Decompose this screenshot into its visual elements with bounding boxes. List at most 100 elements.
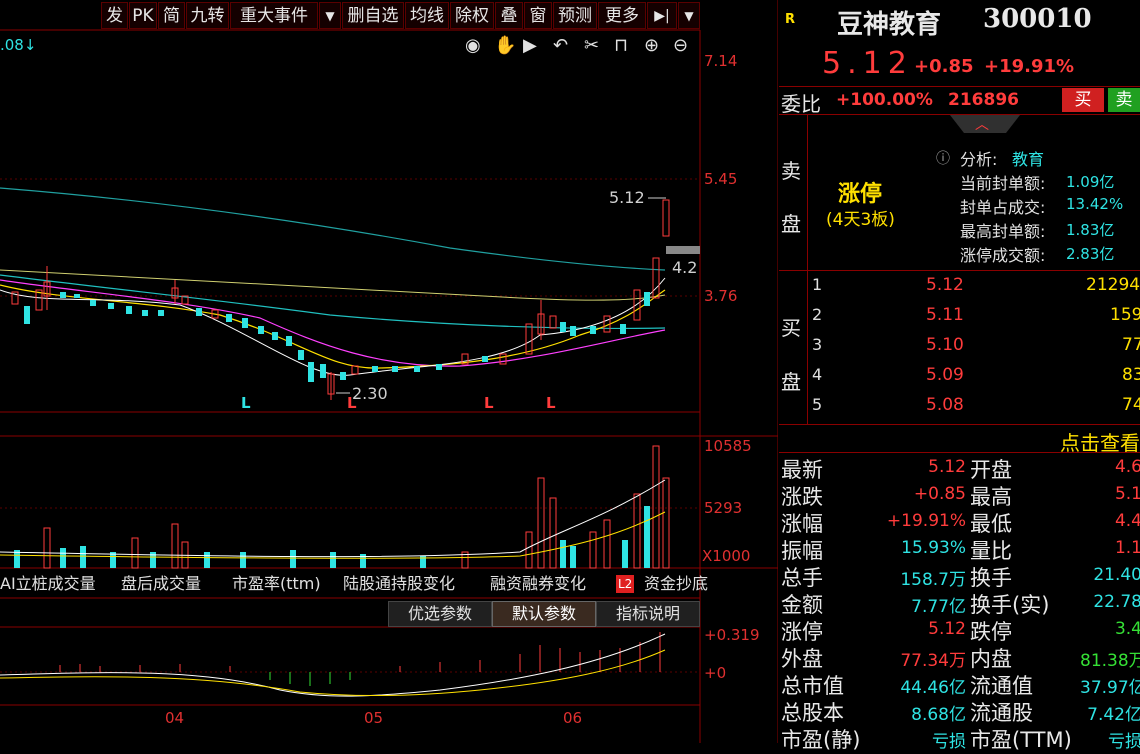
bid-level: 5 — [812, 395, 823, 414]
quote-label: 开盘 — [970, 458, 1012, 482]
quote-label: 换手(实) — [970, 593, 1050, 617]
volume-unit-label: X1000 — [702, 547, 751, 565]
max-seal-label: 最高封单额: — [960, 222, 1046, 241]
quote-label: 跌停 — [970, 620, 1012, 644]
indicator-help-button[interactable]: 指标说明 — [596, 601, 700, 627]
buy-button[interactable]: 买 — [1062, 88, 1104, 112]
quote-value: 77.34万 — [900, 651, 966, 671]
quote-label: 最高 — [970, 485, 1012, 509]
quote-label: 总股本 — [781, 701, 844, 725]
sell-side-label: 盘 — [781, 212, 801, 236]
price-change: +0.85 — [914, 56, 974, 77]
seal-ratio-label: 封单占成交: — [960, 198, 1046, 217]
quote-label: 总市值 — [781, 674, 844, 698]
l-mark: L — [347, 394, 357, 412]
tab-ai-volume[interactable]: AI立桩成交量 — [0, 572, 96, 596]
l2-badge: L2 — [616, 575, 635, 593]
tab-capital-bottom[interactable]: 资金抄底 — [644, 572, 708, 596]
bid-volume: 21294 — [1086, 275, 1140, 295]
weibi-label: 委比 — [781, 92, 821, 116]
quote-label: 流通值 — [970, 674, 1033, 698]
quote-value: 5.12 — [928, 619, 966, 639]
volume-axis-label: 5293 — [704, 499, 743, 517]
analysis-value[interactable]: 教育 — [1012, 146, 1044, 170]
quote-value: +19.91% — [886, 511, 966, 531]
quote-value: 亏损 — [1108, 732, 1140, 752]
weibi-pct: +100.00% — [836, 90, 933, 110]
tab-after-hours-volume[interactable]: 盘后成交量 — [121, 572, 201, 596]
quote-value: 7.42亿 — [1087, 705, 1140, 725]
quote-value: 21.40 — [1093, 565, 1140, 585]
limit-turnover-label: 涨停成交额: — [960, 246, 1046, 265]
quote-value: 15.93% — [901, 538, 966, 558]
quote-value: 22.78 — [1093, 592, 1140, 612]
sell-side-label: 卖 — [781, 159, 801, 183]
buy-side-label: 盘 — [781, 370, 801, 394]
price-axis-label: 3.76 — [704, 287, 738, 305]
high-price-label: 5.12 — [609, 188, 645, 207]
l-mark: L — [484, 394, 494, 412]
quote-label: 振幅 — [781, 539, 823, 563]
price-axis-label: 5.45 — [704, 170, 738, 188]
quote-label: 内盘 — [970, 647, 1012, 671]
seal-ratio-value: 13.42% — [1066, 195, 1124, 213]
limit-up-streak: (4天3板) — [826, 210, 895, 230]
tab-hk-connect[interactable]: 陆股通持股变化 — [343, 572, 455, 596]
quote-label: 涨幅 — [781, 512, 823, 536]
quote-label: 涨停 — [781, 620, 823, 644]
quote-label: 总手 — [781, 566, 823, 590]
quote-value: 158.7万 — [900, 570, 966, 590]
quote-label: 流通股 — [970, 701, 1033, 725]
chevron-up-icon[interactable]: ︿ — [975, 114, 989, 134]
quote-label: 市盈(TTM) — [970, 728, 1072, 752]
date-label: 05 — [364, 709, 384, 727]
bid-level: 3 — [812, 335, 823, 354]
volume-bars — [14, 445, 670, 569]
date-label: 06 — [563, 709, 583, 727]
sell-button[interactable]: 卖 — [1108, 88, 1140, 112]
volume-axis-label: 10585 — [704, 437, 752, 455]
stock-name: 豆神教育 — [837, 10, 942, 40]
low-price-label: 2.30 — [352, 384, 388, 403]
current-marker-label: 4.2 — [672, 258, 698, 277]
bid-price: 5.11 — [926, 305, 964, 325]
tab-pe-ttm[interactable]: 市盈率(ttm) — [232, 572, 321, 596]
bid-price: 5.12 — [926, 275, 964, 295]
l-mark: L — [546, 394, 556, 412]
limit-turnover-value: 2.83亿 — [1066, 245, 1115, 263]
analysis-label: 分析: — [960, 150, 998, 169]
tab-margin-trading[interactable]: 融资融券变化 — [490, 572, 586, 596]
quote-label: 金额 — [781, 593, 823, 617]
bid-volume: 77 — [1122, 335, 1140, 355]
quote-value: 5.12 — [928, 457, 966, 477]
preferred-params-button[interactable]: 优选参数 — [388, 601, 492, 627]
quote-value: 44.46亿 — [900, 678, 966, 698]
quote-label: 涨跌 — [781, 485, 823, 509]
bid-volume: 74 — [1122, 395, 1140, 415]
seal-amount-label: 当前封单额: — [960, 174, 1046, 193]
quote-label: 量比 — [970, 539, 1012, 563]
bid-level: 1 — [812, 275, 823, 294]
quote-value: 5.1 — [1114, 484, 1140, 504]
quote-label: 最低 — [970, 512, 1012, 536]
l-mark: L — [241, 394, 251, 412]
max-seal-value: 1.83亿 — [1066, 221, 1115, 239]
quote-value: 4.6 — [1114, 457, 1140, 477]
bid-price: 5.10 — [926, 335, 964, 355]
date-label: 04 — [165, 709, 185, 727]
kline-chart[interactable] — [0, 0, 778, 743]
bid-volume: 159 — [1110, 305, 1140, 325]
price-axis-label: 7.14 — [704, 52, 738, 70]
current-price: 5.12 — [822, 46, 913, 81]
info-icon[interactable]: ⓘ — [936, 148, 950, 168]
quote-label: 换手 — [970, 566, 1012, 590]
default-params-button[interactable]: 默认参数 — [492, 601, 596, 627]
quote-label: 外盘 — [781, 647, 823, 671]
bid-price: 5.09 — [926, 365, 964, 385]
quote-value: 亏损 — [932, 732, 966, 752]
quote-label: 最新 — [781, 458, 823, 482]
limit-up-status: 涨停 — [838, 182, 883, 207]
quote-value: +0.85 — [913, 484, 966, 504]
quote-value: 8.68亿 — [911, 705, 966, 725]
stock-code: 300010 — [983, 4, 1092, 34]
